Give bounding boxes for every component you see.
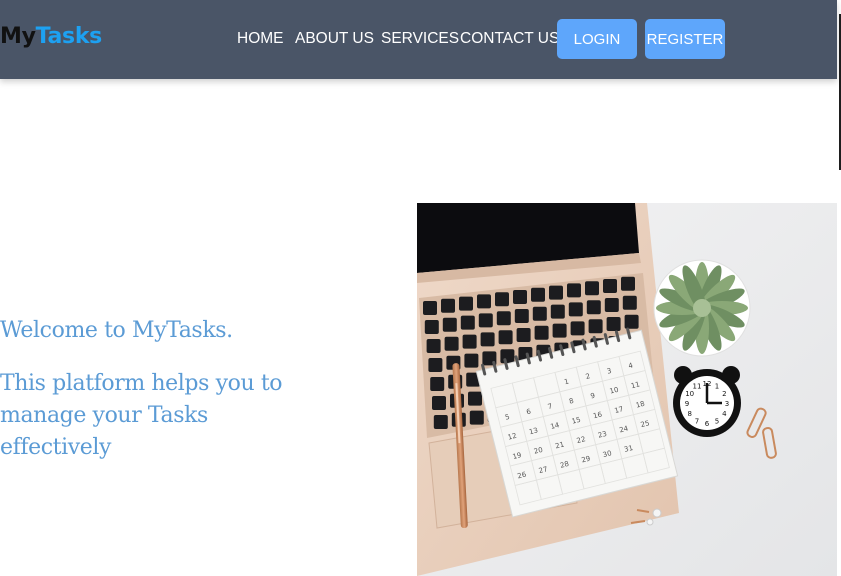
brand-logo-tasks: Tasks [35,24,103,49]
succulent-plant [656,262,748,354]
brand-logo[interactable]: MyTasks [0,24,102,49]
hero-title: Welcome to MyTasks. [0,318,233,343]
clock-numeral: 11 [693,383,702,391]
register-button[interactable]: REGISTER [645,19,725,59]
clock-numeral: 2 [722,390,726,398]
clock-numeral: 8 [687,410,691,418]
nav-link-home[interactable]: HOME [237,30,284,48]
clock-numeral: 4 [722,410,727,418]
clock-numeral: 6 [705,420,710,428]
clock-numeral: 7 [695,417,699,425]
alarm-clock: 121234567891011 [673,366,741,437]
login-button[interactable]: LOGIN [557,19,637,59]
hero-illustration: 1234567891011121314151617181920212223242… [417,203,837,576]
nav-link-about-us[interactable]: ABOUT US [295,30,374,48]
hero-text: Welcome to MyTasks. This platform helps … [0,316,320,464]
top-navbar: MyTasks HOME ABOUT US SERVICES CONTACT U… [0,0,837,79]
clock-numeral: 5 [715,417,719,425]
nav-link-services[interactable]: SERVICES [381,30,459,48]
clock-numeral: 1 [715,383,719,391]
nav-link-contact-us[interactable]: CONTACT US [460,30,559,48]
clock-numeral: 9 [685,400,689,408]
brand-logo-my: My [0,24,36,49]
hero-image-desk-workspace: 1 2 3 4 5 6 7 8 9 10 11 12 13 14 15 16 17 18 19 20 21 22 23 24 2… [417,203,837,576]
clock-numeral: 3 [725,400,729,408]
hero-subtitle: This platform helps you to manage your T… [0,371,283,460]
clock-numeral: 10 [685,390,694,398]
